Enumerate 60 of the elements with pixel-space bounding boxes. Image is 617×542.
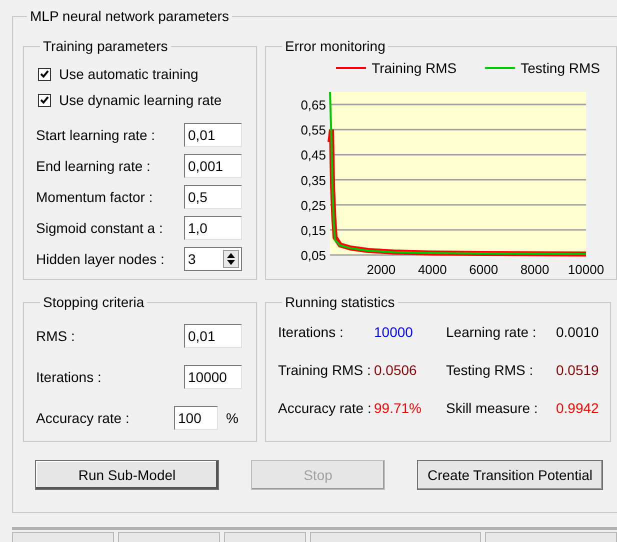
checkbox[interactable] xyxy=(38,68,51,80)
field-label: End learning rate : xyxy=(36,158,150,174)
stat-value: 0.0519 xyxy=(556,362,600,378)
stat-label: Learning rate : xyxy=(446,324,538,340)
action-button[interactable]: Run Sub-Model xyxy=(35,460,219,490)
panel-title: MLP neural network parameters xyxy=(29,8,230,24)
y-tick-label: 0,35 xyxy=(300,172,326,188)
field-label: Iterations : xyxy=(36,369,102,385)
stat-label: Accuracy rate : xyxy=(278,400,372,416)
stat-value: 10000 xyxy=(374,324,414,340)
input-field[interactable]: 0,01 xyxy=(184,324,242,348)
group-title: Running statistics xyxy=(284,294,396,310)
input-field[interactable]: 10000 xyxy=(184,365,242,389)
x-tick-label: 6000 xyxy=(469,262,498,277)
stat-value: 0.0010 xyxy=(556,324,600,340)
legend-label: Training RMS xyxy=(372,60,457,76)
status-bar-tab[interactable] xyxy=(224,532,306,542)
y-tick-label: 0,45 xyxy=(300,148,326,163)
y-tick-label: 0,25 xyxy=(300,198,326,213)
field-label: Accuracy rate : xyxy=(36,410,130,426)
status-bar-tab[interactable] xyxy=(118,532,220,542)
input-field[interactable]: 0,01 xyxy=(184,123,242,147)
y-tick-label: 0,05 xyxy=(300,248,326,263)
stat-value: 0.0506 xyxy=(374,362,418,378)
spinner-field[interactable]: 3 xyxy=(184,247,242,271)
x-tick-label: 8000 xyxy=(520,262,550,277)
checkbox-label: Use automatic training xyxy=(59,66,198,82)
legend-label: Testing RMS xyxy=(520,60,600,76)
status-bar-tab[interactable] xyxy=(12,532,114,542)
status-bar-tab[interactable] xyxy=(310,532,482,542)
stat-value: 0.9942 xyxy=(556,400,600,416)
group-title: Training parameters xyxy=(42,38,169,54)
field-label: Sigmoid constant a : xyxy=(36,220,163,236)
checkbox-label: Use dynamic learning rate xyxy=(59,92,222,108)
field-label: Hidden layer nodes : xyxy=(36,251,164,267)
stat-value: 99.71% xyxy=(374,400,422,416)
x-tick-label: 2000 xyxy=(366,262,396,277)
input-field[interactable]: 1,0 xyxy=(184,216,242,240)
group-title: Error monitoring xyxy=(284,38,386,54)
x-tick-label: 4000 xyxy=(418,262,447,277)
group-title: Stopping criteria xyxy=(42,294,146,310)
y-tick-label: 0,15 xyxy=(300,222,326,238)
status-bar-tab[interactable] xyxy=(485,532,617,542)
x-tick-label: 10000 xyxy=(568,262,604,277)
field-label: Momentum factor : xyxy=(36,189,153,205)
input-field[interactable]: 0,5 xyxy=(184,185,242,209)
input-field[interactable]: 100 xyxy=(174,406,218,430)
input-field[interactable]: 0,001 xyxy=(184,154,242,178)
y-tick-label: 0,55 xyxy=(300,122,326,138)
stat-label: Iterations : xyxy=(278,324,344,340)
stat-label: Skill measure : xyxy=(446,400,539,416)
unit-label: % xyxy=(226,410,238,426)
spin-arrows-icon[interactable] xyxy=(223,250,239,268)
field-label: RMS : xyxy=(36,328,75,344)
y-tick-label: 0,65 xyxy=(300,98,326,113)
checkbox[interactable] xyxy=(38,94,51,106)
stat-label: Training RMS : xyxy=(278,362,372,378)
stat-label: Testing RMS : xyxy=(446,362,534,378)
field-label: Start learning rate : xyxy=(36,127,156,143)
action-button[interactable]: Create Transition Potential xyxy=(417,460,603,490)
